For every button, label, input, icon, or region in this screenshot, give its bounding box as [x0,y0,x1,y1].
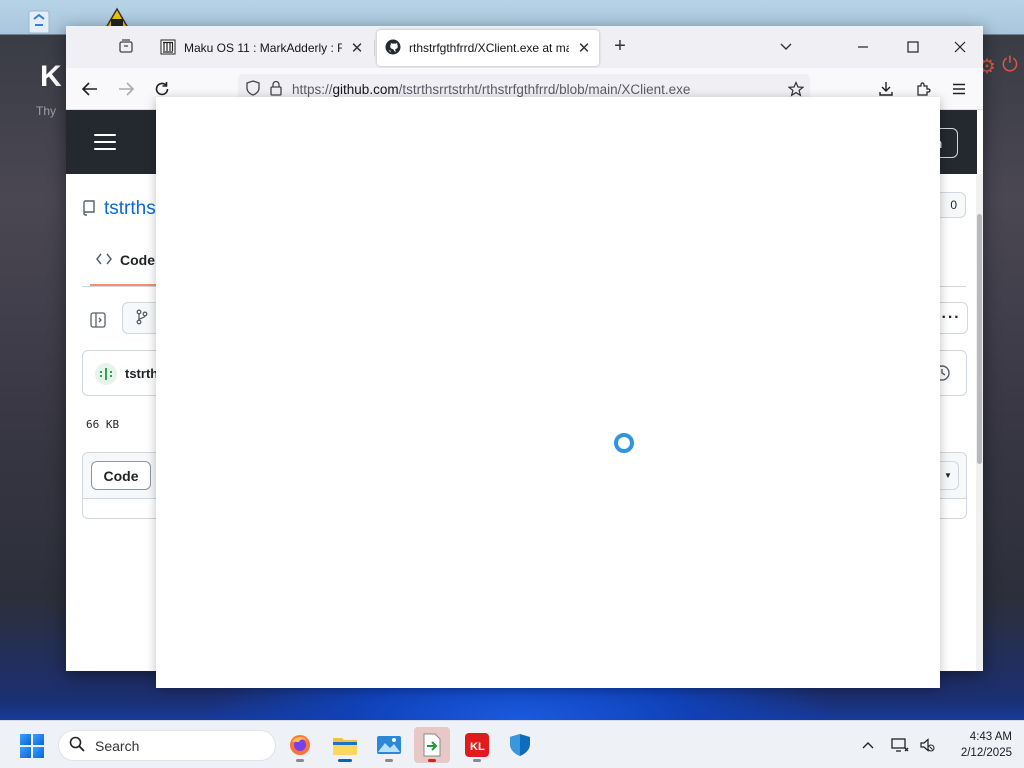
page-scrollbar[interactable] [976,174,983,671]
maximize-icon[interactable] [898,34,928,60]
dropdown-caret-icon[interactable]: ▼ [937,461,959,490]
show-hidden-icons-chevron-icon[interactable] [858,735,878,755]
taskbar-installer-icon[interactable] [414,727,450,763]
commit-author[interactable]: tstrth [125,366,158,381]
close-tab-icon[interactable]: ✕ [350,39,364,57]
firefox-view-icon[interactable] [114,34,138,58]
tab-bar: Maku OS 11 : MarkAdderly : Fre ✕ rthstrf… [66,26,983,68]
network-icon[interactable] [890,735,910,755]
taskbar-search[interactable]: Search [58,730,276,761]
clock-date: 2/12/2025 [960,747,1012,759]
app-menu-hamburger-icon[interactable] [947,77,971,101]
windows-start-icon[interactable] [20,734,44,758]
minimize-icon[interactable] [848,34,878,60]
taskbar-defender-shield-icon[interactable] [502,727,538,763]
taskbar-firefox-icon[interactable] [282,727,318,763]
desktop-widget-subtext: Thy [36,104,57,118]
taskbar-file-explorer-icon[interactable] [327,727,363,763]
running-indicator [296,759,304,762]
archive-site-icon [160,39,176,58]
forward-arrow-icon[interactable] [114,77,138,101]
desktop-power-widgets: ⚙ ⏻ [978,54,1018,79]
lock-icon[interactable] [270,80,282,99]
volume-muted-icon[interactable] [917,735,937,755]
active-indicator [338,759,352,762]
git-branch-icon [136,309,148,328]
search-label: Search [95,737,140,754]
close-window-icon[interactable] [945,34,975,60]
desktop-widget-initial: K [40,60,62,93]
tab-separator [374,40,375,56]
running-indicator [473,759,481,762]
running-indicator [428,759,436,762]
loading-popup-window [156,97,940,688]
tab-code[interactable]: Code [96,252,155,268]
tab-title: rthstrfgthfrrd/XClient.exe at ma [409,41,569,55]
tab-github-xclient[interactable]: rthstrfgthfrrd/XClient.exe at ma ✕ [377,30,599,66]
github-icon [385,39,401,58]
tab-maku-os[interactable]: Maku OS 11 : MarkAdderly : Fre ✕ [152,30,372,66]
new-tab-plus-icon[interactable]: + [610,36,630,56]
repo-icon [82,199,96,219]
tab-code-label: Code [120,252,155,268]
taskbar-kl-app-icon[interactable]: KL [459,727,495,763]
code-brackets-icon [96,252,112,268]
code-view-button[interactable]: Code [91,461,151,490]
repo-owner-link[interactable]: tstrths [104,198,156,220]
avatar[interactable] [95,363,117,385]
scrollbar-thumb[interactable] [977,214,982,464]
clock-time: 4:43 AM [969,731,1012,743]
url-text[interactable]: https://github.com/tstrthsrrtstrht/rthst… [292,82,690,97]
loading-spinner-icon [614,433,634,453]
tab-title: Maku OS 11 : MarkAdderly : Fre [184,41,342,55]
github-menu-icon[interactable] [94,134,116,150]
system-clock[interactable]: 4:43 AM 2/12/2025 [940,729,1012,761]
list-all-tabs-chevron-icon[interactable] [776,36,796,56]
file-size: 66 KB [86,418,120,431]
repo-title: tstrths [82,198,156,220]
taskbar: Search KL 4:43 AM 2/12/2025 [0,720,1024,768]
tracking-protection-shield-icon[interactable] [246,79,260,99]
file-tree-toggle-icon[interactable] [84,306,112,334]
recycle-bin-icon[interactable] [20,6,58,36]
svg-text:KL: KL [470,741,485,753]
back-arrow-icon[interactable] [78,77,102,101]
running-indicator [385,759,393,762]
taskbar-photos-icon[interactable] [371,727,407,763]
close-tab-icon[interactable]: ✕ [577,39,591,57]
search-icon [69,736,85,755]
power-icon[interactable]: ⏻ [1002,54,1018,79]
